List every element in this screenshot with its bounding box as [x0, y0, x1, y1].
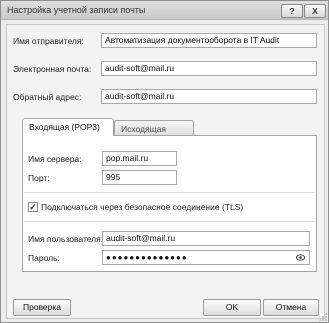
- cancel-button[interactable]: Отмена: [263, 299, 319, 316]
- help-button[interactable]: ?: [281, 4, 303, 18]
- sender-name-label: Имя отправителя:: [13, 36, 84, 46]
- tab-outgoing-smtp[interactable]: Исходящая (SMTP): [114, 120, 194, 150]
- tab-incoming-pop3[interactable]: Входящая (POP3): [22, 118, 114, 136]
- tls-label[interactable]: Подключаться через безопасное соединение…: [41, 202, 243, 212]
- port-label: Порт:: [28, 173, 50, 183]
- dialog-content: Имя отправителя: Автоматизация документо…: [6, 24, 325, 319]
- port-input[interactable]: 995: [102, 170, 177, 185]
- ok-button[interactable]: OK: [203, 299, 261, 316]
- resize-grip-icon[interactable]: [319, 313, 327, 321]
- separator: [24, 192, 315, 193]
- password-value: ●●●●●●●●●●●●●●: [106, 253, 188, 262]
- server-name-input[interactable]: pop.mail.ru: [102, 151, 177, 166]
- separator: [24, 221, 315, 222]
- reply-address-input[interactable]: audit-soft@mail.ru: [101, 89, 317, 104]
- tab-panel-incoming: Имя сервера: pop.mail.ru Порт: 995 ✓ Под…: [22, 135, 317, 272]
- title-bar[interactable]: Настройка учетной записи почты ? X: [1, 1, 328, 20]
- email-label: Электронная почта:: [13, 64, 92, 74]
- sender-name-input[interactable]: Автоматизация документооборота в IT Audi…: [101, 33, 317, 48]
- dialog-window: Настройка учетной записи почты ? X Имя о…: [0, 0, 329, 323]
- server-name-label: Имя сервера:: [28, 154, 82, 164]
- username-label: Имя пользователя:: [28, 234, 104, 244]
- password-label: Пароль:: [28, 253, 60, 263]
- close-button[interactable]: X: [304, 4, 326, 18]
- tls-checkbox[interactable]: ✓: [28, 202, 38, 212]
- check-button[interactable]: Проверка: [13, 299, 71, 316]
- email-input[interactable]: audit-soft@mail.ru: [101, 61, 317, 76]
- reply-address-label: Обратный адрес:: [13, 92, 82, 102]
- password-input[interactable]: ●●●●●●●●●●●●●●: [102, 250, 310, 265]
- username-input[interactable]: audit-soft@mail.ru: [102, 231, 310, 246]
- window-title: Настройка учетной записи почты: [7, 5, 146, 15]
- eye-icon[interactable]: [296, 254, 305, 261]
